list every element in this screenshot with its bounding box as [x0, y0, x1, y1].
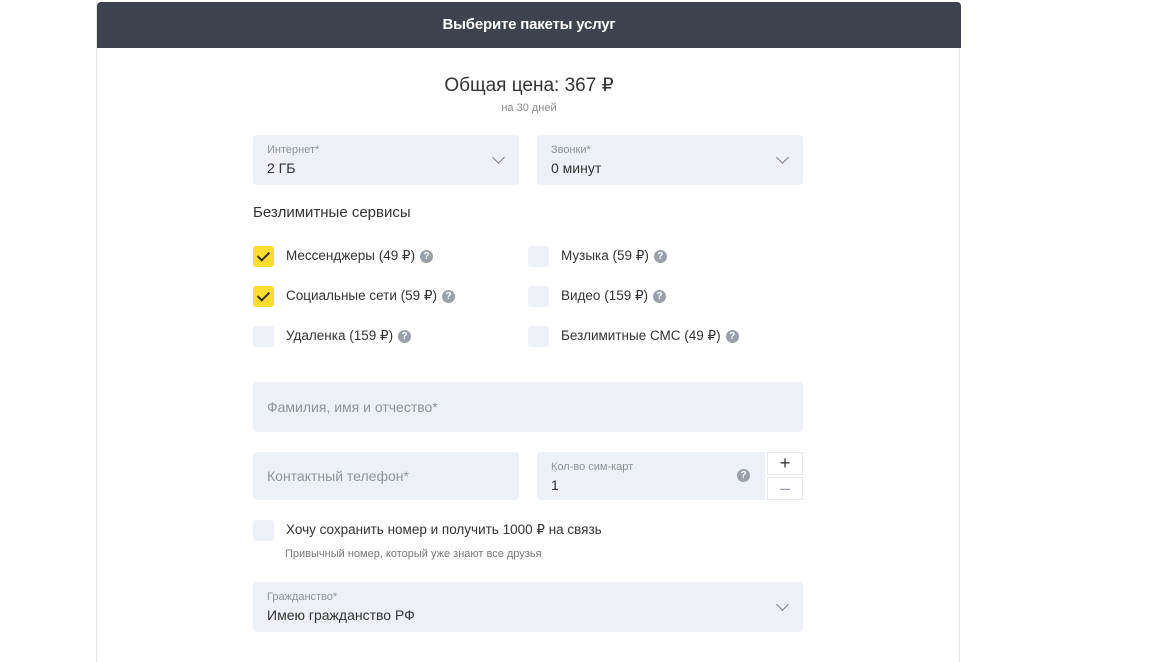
increment-button[interactable]: +: [767, 452, 803, 475]
keep-number-label: Хочу сохранить номер и получить 1000 ₽ н…: [286, 522, 602, 537]
keep-number-note: Привычный номер, который уже знают все д…: [285, 548, 542, 560]
sim-count-field[interactable]: Кол-во сим-карт 1 ?: [537, 452, 765, 500]
service-social[interactable]: Социальные сети (59 ₽) ?: [253, 285, 455, 307]
sim-count-stepper: + –: [767, 452, 803, 500]
service-music[interactable]: Музыка (59 ₽) ?: [528, 245, 667, 267]
calls-select[interactable]: Звонки* 0 минут: [537, 135, 803, 185]
social-checkbox[interactable]: [253, 285, 274, 307]
messengers-checkbox[interactable]: [253, 245, 274, 267]
citizenship-label: Гражданство*: [267, 591, 338, 603]
service-sms[interactable]: Безлимитные СМС (49 ₽) ?: [528, 325, 739, 347]
internet-value: 2 ГБ: [267, 160, 296, 176]
calls-label: Звонки*: [551, 144, 591, 156]
video-checkbox[interactable]: [528, 285, 549, 307]
phone-input[interactable]: Контактный телефон*: [253, 452, 519, 500]
sms-checkbox[interactable]: [528, 325, 549, 347]
video-label: Видео (159 ₽): [561, 288, 649, 303]
citizenship-select[interactable]: Гражданство* Имею гражданство РФ: [253, 582, 803, 632]
help-icon[interactable]: ?: [398, 329, 412, 343]
internet-label: Интернет*: [267, 144, 320, 156]
chevron-down-icon: [776, 151, 789, 164]
help-icon[interactable]: ?: [653, 249, 667, 263]
keep-number-option[interactable]: Хочу сохранить номер и получить 1000 ₽ н…: [253, 519, 602, 541]
service-video[interactable]: Видео (159 ₽) ?: [528, 285, 667, 307]
keep-number-checkbox[interactable]: [253, 519, 274, 541]
remote-checkbox[interactable]: [253, 325, 274, 347]
help-icon[interactable]: ?: [725, 329, 739, 343]
calls-value: 0 минут: [551, 160, 602, 176]
service-messengers[interactable]: Мессенджеры (49 ₽) ?: [253, 245, 434, 267]
price-period: на 30 дней: [501, 102, 557, 114]
total-price: Общая цена: 367 ₽: [444, 75, 614, 96]
help-icon[interactable]: ?: [442, 289, 455, 303]
sms-label: Безлимитные СМС (49 ₽): [561, 328, 721, 343]
unlimited-services-title: Безлимитные сервисы: [253, 204, 411, 221]
music-checkbox[interactable]: [528, 245, 549, 267]
full-name-placeholder: Фамилия, имя и отчество*: [267, 399, 438, 415]
panel-header: Выберите пакеты услуг: [97, 2, 961, 48]
full-name-input[interactable]: Фамилия, имя и отчество*: [253, 382, 803, 432]
chevron-down-icon: [776, 598, 789, 611]
help-icon[interactable]: ?: [737, 469, 750, 482]
service-package-panel: Выберите пакеты услуг Общая цена: 367 ₽ …: [96, 2, 961, 662]
sim-count-label: Кол-во сим-карт: [551, 461, 634, 473]
service-remote[interactable]: Удаленка (159 ₽) ?: [253, 325, 412, 347]
citizenship-value: Имею гражданство РФ: [267, 607, 415, 623]
chevron-down-icon: [492, 151, 505, 164]
messengers-label: Мессенджеры (49 ₽): [286, 248, 416, 263]
remote-label: Удаленка (159 ₽): [286, 328, 394, 343]
help-icon[interactable]: ?: [420, 249, 434, 263]
internet-select[interactable]: Интернет* 2 ГБ: [253, 135, 519, 185]
phone-placeholder: Контактный телефон*: [267, 468, 409, 484]
help-icon[interactable]: ?: [653, 289, 667, 303]
decrement-button[interactable]: –: [767, 477, 803, 500]
music-label: Музыка (59 ₽): [561, 248, 649, 263]
sim-count-value: 1: [551, 477, 559, 493]
social-label: Социальные сети (59 ₽): [286, 288, 437, 303]
